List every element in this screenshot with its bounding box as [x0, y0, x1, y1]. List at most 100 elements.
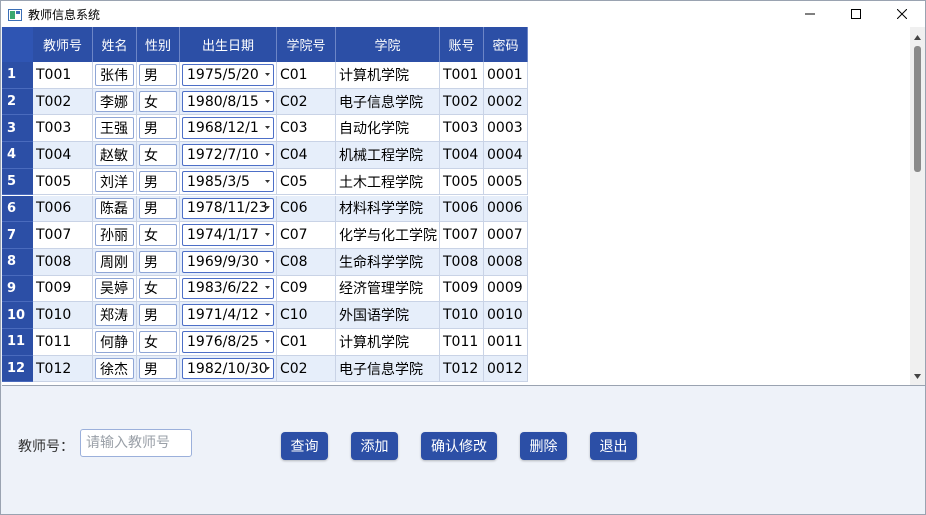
- gender-editor[interactable]: 女: [139, 331, 177, 353]
- name-cell[interactable]: 徐杰: [93, 355, 137, 383]
- name-cell[interactable]: 李娜: [93, 88, 137, 116]
- gender-editor[interactable]: 女: [139, 224, 177, 246]
- name-editor[interactable]: 吴婷: [95, 277, 134, 300]
- college-id-cell[interactable]: C01: [277, 329, 336, 356]
- gender-cell[interactable]: 女: [137, 88, 180, 116]
- gender-cell[interactable]: 男: [137, 115, 180, 143]
- dropdown-arrow-icon[interactable]: [265, 366, 270, 370]
- gender-editor[interactable]: 男: [139, 250, 177, 273]
- name-cell[interactable]: 张伟: [93, 62, 137, 89]
- dropdown-arrow-icon[interactable]: [265, 286, 270, 290]
- gender-editor[interactable]: 女: [139, 144, 177, 166]
- teacher-id-cell[interactable]: T001: [33, 62, 93, 89]
- birth-date-picker[interactable]: 1980/8/15: [182, 90, 274, 113]
- row-number[interactable]: 9: [2, 275, 33, 303]
- college-cell[interactable]: 经济管理学院: [336, 275, 440, 303]
- account-cell[interactable]: T005: [440, 168, 484, 196]
- college-cell[interactable]: 电子信息学院: [336, 355, 440, 383]
- name-editor[interactable]: 孙丽: [95, 224, 134, 246]
- birth-date-cell[interactable]: 1985/3/5: [180, 168, 277, 196]
- college-cell[interactable]: 计算机学院: [336, 62, 440, 89]
- password-cell[interactable]: 0011: [484, 329, 528, 356]
- confirm-edit-button[interactable]: 确认修改: [421, 432, 497, 460]
- birth-date-cell[interactable]: 1980/8/15: [180, 88, 277, 116]
- dropdown-arrow-icon[interactable]: [265, 179, 270, 183]
- birth-date-picker[interactable]: 1975/5/20: [182, 64, 274, 86]
- password-cell[interactable]: 0001: [484, 62, 528, 89]
- teacher-id-cell[interactable]: T007: [33, 222, 93, 249]
- gender-editor[interactable]: 男: [139, 117, 177, 140]
- row-number[interactable]: 1: [2, 62, 33, 89]
- birth-date-picker[interactable]: 1983/6/22: [182, 277, 274, 300]
- scroll-up-button[interactable]: [910, 29, 925, 45]
- college-cell[interactable]: 土木工程学院: [336, 168, 440, 196]
- password-cell[interactable]: 0002: [484, 88, 528, 116]
- teacher-id-input[interactable]: [80, 429, 192, 457]
- teacher-id-cell[interactable]: T004: [33, 142, 93, 169]
- gender-editor[interactable]: 男: [139, 304, 177, 326]
- teacher-id-cell[interactable]: T008: [33, 248, 93, 276]
- row-number[interactable]: 5: [2, 168, 33, 196]
- college-cell[interactable]: 机械工程学院: [336, 142, 440, 169]
- birth-date-picker[interactable]: 1976/8/25: [182, 331, 274, 353]
- birth-date-picker[interactable]: 1982/10/30: [182, 357, 274, 380]
- name-editor[interactable]: 陈磊: [95, 197, 134, 220]
- birth-date-cell[interactable]: 1974/1/17: [180, 222, 277, 249]
- gender-cell[interactable]: 男: [137, 62, 180, 89]
- teacher-id-cell[interactable]: T002: [33, 88, 93, 116]
- name-editor[interactable]: 刘洋: [95, 170, 134, 193]
- password-cell[interactable]: 0010: [484, 302, 528, 329]
- header-gender[interactable]: 性别: [137, 27, 180, 62]
- header-name[interactable]: 姓名: [93, 27, 137, 62]
- dropdown-arrow-icon[interactable]: [265, 99, 270, 103]
- delete-button[interactable]: 删除: [520, 432, 567, 460]
- dropdown-arrow-icon[interactable]: [265, 339, 270, 343]
- row-number[interactable]: 11: [2, 329, 33, 356]
- birth-date-cell[interactable]: 1968/12/1: [180, 115, 277, 143]
- birth-date-cell[interactable]: 1972/7/10: [180, 142, 277, 169]
- teacher-id-cell[interactable]: T006: [33, 195, 93, 223]
- header-college[interactable]: 学院: [336, 27, 440, 62]
- gender-cell[interactable]: 男: [137, 355, 180, 383]
- name-editor[interactable]: 周刚: [95, 250, 134, 273]
- name-cell[interactable]: 吴婷: [93, 275, 137, 303]
- gender-cell[interactable]: 男: [137, 302, 180, 329]
- dropdown-arrow-icon[interactable]: [265, 152, 270, 156]
- row-number[interactable]: 7: [2, 222, 33, 249]
- college-id-cell[interactable]: C10: [277, 302, 336, 329]
- teacher-id-cell[interactable]: T010: [33, 302, 93, 329]
- teacher-id-cell[interactable]: T012: [33, 355, 93, 383]
- name-cell[interactable]: 郑涛: [93, 302, 137, 329]
- birth-date-cell[interactable]: 1982/10/30: [180, 355, 277, 383]
- table-row[interactable]: 6 T006 陈磊男 1978/11/23 C06 材料科学学院 T006 0006: [2, 195, 528, 223]
- birth-date-picker[interactable]: 1971/4/12: [182, 304, 274, 326]
- password-cell[interactable]: 0003: [484, 115, 528, 143]
- college-cell[interactable]: 材料科学学院: [336, 195, 440, 223]
- gender-editor[interactable]: 男: [139, 197, 177, 220]
- dropdown-arrow-icon[interactable]: [265, 126, 270, 130]
- gender-cell[interactable]: 女: [137, 275, 180, 303]
- gender-editor[interactable]: 男: [139, 64, 177, 86]
- birth-date-cell[interactable]: 1983/6/22: [180, 275, 277, 303]
- row-number[interactable]: 3: [2, 115, 33, 143]
- minimize-button[interactable]: [787, 1, 833, 27]
- gender-cell[interactable]: 女: [137, 142, 180, 169]
- college-id-cell[interactable]: C05: [277, 168, 336, 196]
- row-number[interactable]: 10: [2, 302, 33, 329]
- college-cell[interactable]: 外国语学院: [336, 302, 440, 329]
- name-cell[interactable]: 孙丽: [93, 222, 137, 249]
- dropdown-arrow-icon[interactable]: [265, 72, 270, 76]
- header-account[interactable]: 账号: [440, 27, 484, 62]
- account-cell[interactable]: T007: [440, 222, 484, 249]
- password-cell[interactable]: 0006: [484, 195, 528, 223]
- college-id-cell[interactable]: C02: [277, 88, 336, 116]
- dropdown-arrow-icon[interactable]: [265, 233, 270, 237]
- account-cell[interactable]: T010: [440, 302, 484, 329]
- account-cell[interactable]: T009: [440, 275, 484, 303]
- header-teacher-id[interactable]: 教师号: [33, 27, 93, 62]
- table-row[interactable]: 5 T005 刘洋男 1985/3/5 C05 土木工程学院 T005 0005: [2, 168, 528, 196]
- teacher-id-cell[interactable]: T011: [33, 329, 93, 356]
- account-cell[interactable]: T006: [440, 195, 484, 223]
- college-cell[interactable]: 自动化学院: [336, 115, 440, 143]
- password-cell[interactable]: 0012: [484, 355, 528, 383]
